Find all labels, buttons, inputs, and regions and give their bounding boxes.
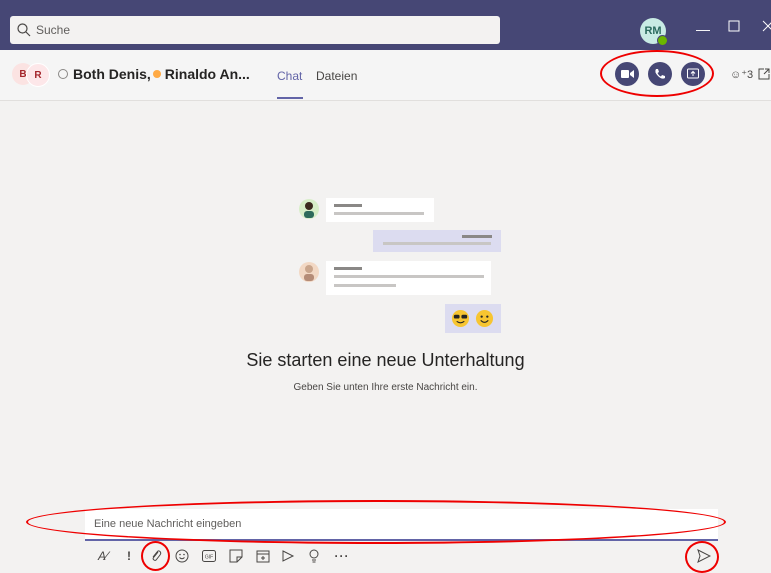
participants-button[interactable]: ☺⁺3 [730, 68, 753, 81]
empty-state-subline: Geben Sie unten Ihre erste Nachricht ein… [293, 382, 478, 393]
sticker-icon [229, 549, 243, 563]
tab-chat[interactable]: Chat [277, 69, 302, 83]
presence-available-icon [657, 35, 668, 46]
title-bar: Suche RM — [0, 0, 771, 50]
video-call-button[interactable] [615, 62, 639, 86]
attach-file-button[interactable] [148, 547, 164, 565]
share-screen-icon [687, 68, 699, 79]
participants-count: 3 [747, 69, 754, 81]
sticker-button[interactable] [228, 547, 244, 565]
format-icon: A⁄ [97, 549, 108, 563]
maximize-button[interactable] [728, 20, 740, 34]
search-box[interactable]: Suche [10, 16, 500, 44]
send-icon [697, 549, 711, 563]
exclamation-icon: ! [127, 549, 131, 563]
search-icon [17, 23, 31, 37]
maximize-icon [728, 20, 740, 32]
compose-box[interactable] [85, 509, 729, 541]
avatar-r: R [26, 63, 50, 87]
search-placeholder: Suche [36, 23, 71, 37]
video-camera-icon [620, 70, 634, 78]
person-avatar-2-icon [299, 262, 319, 282]
empty-state-headline: Sie starten eine neue Unterhaltung [246, 350, 525, 370]
popout-icon [758, 68, 770, 80]
emoji-icon [175, 549, 189, 563]
tab-active-indicator [277, 97, 303, 99]
popout-button[interactable] [758, 67, 770, 85]
praise-button[interactable] [306, 547, 322, 565]
paperclip-icon [152, 550, 162, 561]
person-avatar-1-icon [299, 199, 319, 219]
stream-button[interactable] [280, 547, 296, 565]
calendar-icon [256, 550, 270, 563]
message-input[interactable] [85, 509, 729, 539]
share-screen-button[interactable] [681, 62, 705, 86]
lightbulb-icon [309, 549, 319, 563]
chat-title-part1: Both Denis, [73, 66, 151, 82]
chat-title[interactable]: Both Denis, Rinaldo An... [58, 66, 250, 82]
emoji-button[interactable] [174, 547, 190, 565]
status-away-icon [152, 70, 161, 78]
schedule-meeting-button[interactable] [255, 547, 271, 565]
sample-message-3 [326, 261, 491, 295]
gif-button[interactable]: GIF [201, 547, 217, 565]
svg-text:GIF: GIF [205, 555, 213, 561]
sunglasses-emoji-icon [451, 309, 470, 328]
close-button[interactable] [762, 20, 771, 34]
importance-button[interactable]: ! [121, 547, 137, 565]
more-options-button[interactable]: ··· [334, 547, 350, 565]
participants-icon: ☺⁺ [730, 69, 748, 81]
sample-emoji-message [445, 304, 501, 333]
smile-emoji-icon [475, 309, 494, 328]
status-offline-icon [58, 69, 68, 79]
audio-call-button[interactable] [648, 62, 672, 86]
ellipsis-icon: ··· [334, 549, 350, 563]
stream-icon [282, 550, 295, 562]
gif-icon: GIF [202, 550, 216, 562]
sample-message-1 [326, 198, 434, 222]
profile-avatar[interactable]: RM [640, 18, 668, 46]
tab-files[interactable]: Dateien [316, 69, 357, 83]
close-icon [762, 20, 771, 32]
phone-icon [655, 69, 665, 79]
chat-header: B R Both Denis, Rinaldo An... Chat Datei… [0, 50, 771, 101]
format-button[interactable]: A⁄ [95, 547, 111, 565]
group-avatar[interactable]: B R [12, 63, 50, 87]
send-button[interactable] [696, 547, 712, 565]
minimize-button[interactable]: — [696, 22, 710, 36]
sample-message-2 [373, 230, 501, 252]
chat-title-part2: Rinaldo An... [164, 66, 250, 82]
